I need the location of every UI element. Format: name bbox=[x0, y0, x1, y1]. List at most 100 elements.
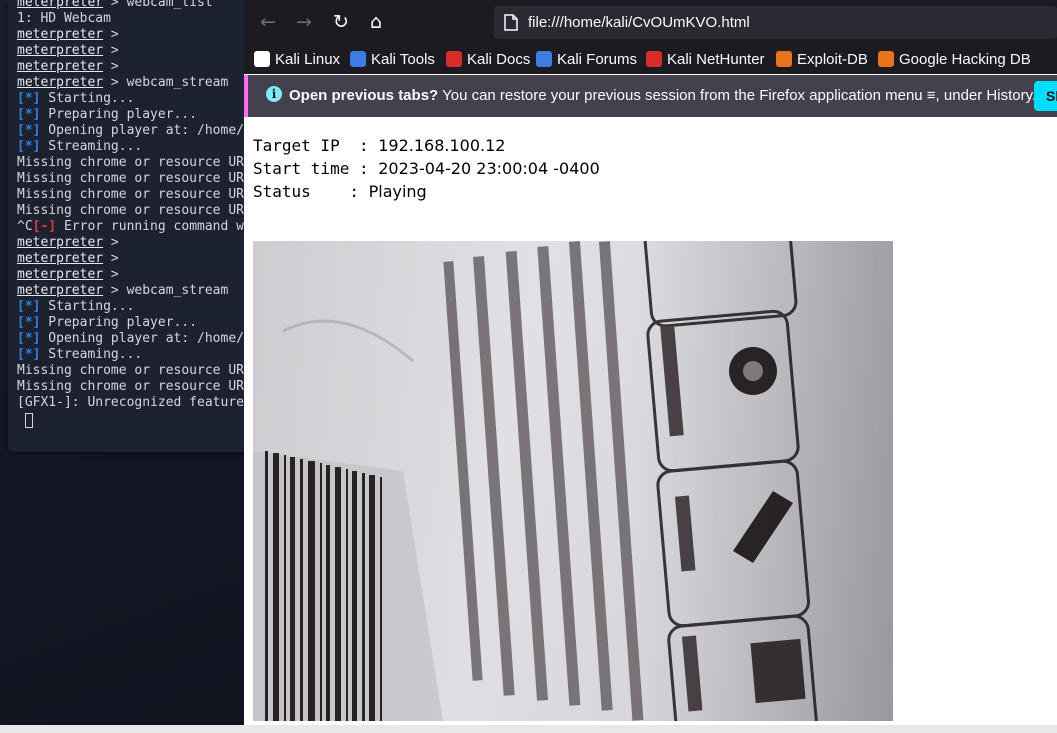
kali-dragon-icon bbox=[254, 51, 270, 67]
terminal-line: Missing chrome or resource UR bbox=[17, 363, 244, 379]
terminal-line: [*] Opening player at: /home/ bbox=[17, 123, 244, 139]
meterpreter-prompt: meterpreter bbox=[17, 251, 104, 266]
terminal-line: meterpreter > bbox=[17, 235, 119, 251]
meterpreter-prompt: meterpreter bbox=[17, 235, 104, 250]
terminal-line: [*] Starting... bbox=[17, 91, 134, 107]
kali-forums-icon bbox=[536, 51, 552, 67]
terminal-text: > bbox=[103, 251, 119, 266]
status-tag: [*] bbox=[17, 107, 41, 122]
bookmark-label: Kali Docs bbox=[467, 50, 531, 68]
bookmark-label: Kali Linux bbox=[275, 50, 341, 68]
status-tag: [*] bbox=[17, 139, 41, 154]
terminal-text: Streaming... bbox=[40, 139, 143, 154]
kali-docs-icon bbox=[446, 51, 462, 67]
bookmark-label: Kali Forums bbox=[557, 50, 638, 68]
start-time-line: Start time : 2023-04-20 23:00:04 -0400 bbox=[253, 158, 600, 180]
taskbar-strip bbox=[0, 725, 1057, 733]
terminal-text: > bbox=[103, 235, 119, 250]
status-label: Status : bbox=[253, 182, 369, 201]
terminal-line: Missing chrome or resource UR bbox=[17, 171, 244, 187]
terminal-text: Starting... bbox=[40, 91, 135, 106]
navigation-toolbar: ← → ↻ ⌂ file:///home/kali/CvOUmKVO.html bbox=[244, 0, 1057, 44]
bookmark-item[interactable]: Kali Linux bbox=[254, 49, 340, 69]
terminal-text: > bbox=[103, 43, 119, 58]
meterpreter-prompt: meterpreter bbox=[17, 27, 104, 42]
status-tag: [*] bbox=[17, 347, 41, 362]
terminal-line: [*] Opening player at: /home/ bbox=[17, 331, 244, 347]
status-tag: [*] bbox=[17, 123, 41, 138]
terminal-text: > webcam_list bbox=[103, 0, 213, 10]
status-line: Status : Playing bbox=[253, 181, 427, 203]
terminal-line: Missing chrome or resource UR bbox=[17, 155, 244, 171]
terminal-text: Starting... bbox=[40, 299, 135, 314]
page-content: Target IP : 192.168.100.12 Start time : … bbox=[244, 117, 1057, 725]
forward-arrow-icon: → bbox=[296, 11, 312, 33]
terminal-text: 1: HD Webcam bbox=[17, 11, 111, 26]
terminal-line: [*] Preparing player... bbox=[17, 315, 197, 331]
bookmark-item[interactable]: Kali NetHunter bbox=[646, 49, 765, 69]
start-time-label: Start time : bbox=[253, 159, 379, 178]
meterpreter-prompt: meterpreter bbox=[17, 75, 104, 90]
bookmark-item[interactable]: Kali Docs bbox=[446, 49, 530, 69]
info-icon: i bbox=[266, 86, 282, 102]
terminal-text: > bbox=[103, 267, 119, 282]
status-tag: [*] bbox=[17, 331, 41, 346]
bookmark-label: Exploit-DB bbox=[797, 50, 868, 68]
terminal-line: [*] Streaming... bbox=[17, 139, 142, 155]
bookmark-label: Google Hacking DB bbox=[899, 50, 1031, 68]
terminal-line: meterpreter > bbox=[17, 59, 119, 75]
notice-title: Open previous tabs? bbox=[289, 87, 439, 104]
bookmark-item[interactable]: Kali Forums bbox=[536, 49, 637, 69]
bookmark-label: Kali NetHunter bbox=[667, 50, 765, 68]
back-button[interactable]: ← bbox=[253, 7, 283, 37]
terminal-text: Streaming... bbox=[40, 347, 143, 362]
nethunter-icon bbox=[646, 51, 662, 67]
terminal-line: meterpreter > bbox=[17, 27, 119, 43]
reload-button[interactable]: ↻ bbox=[326, 7, 356, 37]
terminal-line: meterpreter > webcam_list bbox=[17, 0, 213, 11]
meterpreter-prompt: meterpreter bbox=[17, 43, 104, 58]
terminal-line: meterpreter > webcam_stream bbox=[17, 283, 228, 299]
terminal-text: Opening player at: /home/ bbox=[40, 123, 244, 138]
terminal-text: > webcam_stream bbox=[103, 75, 229, 90]
terminal-text: > bbox=[103, 27, 119, 42]
terminal-window[interactable]: meterpreter > webcam_list 1: HD Webcam met… bbox=[8, 0, 248, 452]
error-tag: [-] bbox=[32, 219, 57, 234]
target-ip-label: Target IP : bbox=[253, 136, 379, 155]
terminal-text: Missing chrome or resource UR bbox=[17, 171, 244, 186]
show-tabs-button[interactable]: Sh bbox=[1034, 81, 1057, 111]
terminal-text: > webcam_stream bbox=[103, 283, 229, 298]
meterpreter-prompt: meterpreter bbox=[17, 0, 104, 10]
terminal-text: [GFX1-]: Unrecognized feature bbox=[17, 395, 244, 410]
home-button[interactable]: ⌂ bbox=[361, 7, 391, 37]
meterpreter-prompt: meterpreter bbox=[17, 283, 104, 298]
notice-message: Open previous tabs? You can restore your… bbox=[289, 87, 1036, 104]
terminal-text: Missing chrome or resource UR bbox=[17, 379, 244, 394]
bookmark-item[interactable]: Exploit-DB bbox=[776, 49, 868, 69]
notice-body: You can restore your previous session fr… bbox=[438, 87, 1037, 104]
url-bar[interactable]: file:///home/kali/CvOUmKVO.html bbox=[494, 6, 1057, 39]
terminal-line: [*] Streaming... bbox=[17, 347, 142, 363]
terminal-line: Missing chrome or resource UR bbox=[17, 187, 244, 203]
bookmark-item[interactable]: Kali Tools bbox=[350, 49, 435, 69]
bookmark-item[interactable]: Google Hacking DB bbox=[878, 49, 1031, 69]
terminal-line: [GFX1-]: Unrecognized feature bbox=[17, 395, 244, 411]
meterpreter-prompt: meterpreter bbox=[17, 267, 104, 282]
terminal-line: meterpreter > bbox=[17, 251, 119, 267]
meterpreter-prompt: meterpreter bbox=[17, 59, 104, 74]
status-tag: [*] bbox=[17, 91, 41, 106]
terminal-line: [*] Preparing player... bbox=[17, 107, 197, 123]
terminal-text: Missing chrome or resource UR bbox=[17, 203, 244, 218]
back-arrow-icon: ← bbox=[260, 11, 276, 33]
ghdb-icon bbox=[878, 51, 894, 67]
terminal-cursor bbox=[25, 413, 33, 428]
terminal-line: meterpreter > bbox=[17, 43, 119, 59]
start-time-value: 2023-04-20 23:00:04 -0400 bbox=[378, 159, 600, 178]
terminal-text: Missing chrome or resource UR bbox=[17, 363, 244, 378]
terminal-text: Opening player at: /home/ bbox=[40, 331, 244, 346]
url-text[interactable]: file:///home/kali/CvOUmKVO.html bbox=[528, 14, 750, 31]
status-tag: [*] bbox=[17, 315, 41, 330]
forward-button[interactable]: → bbox=[289, 7, 319, 37]
terminal-text: Preparing player... bbox=[40, 107, 198, 122]
terminal-line: ^C[-] Error running command w bbox=[17, 219, 244, 235]
